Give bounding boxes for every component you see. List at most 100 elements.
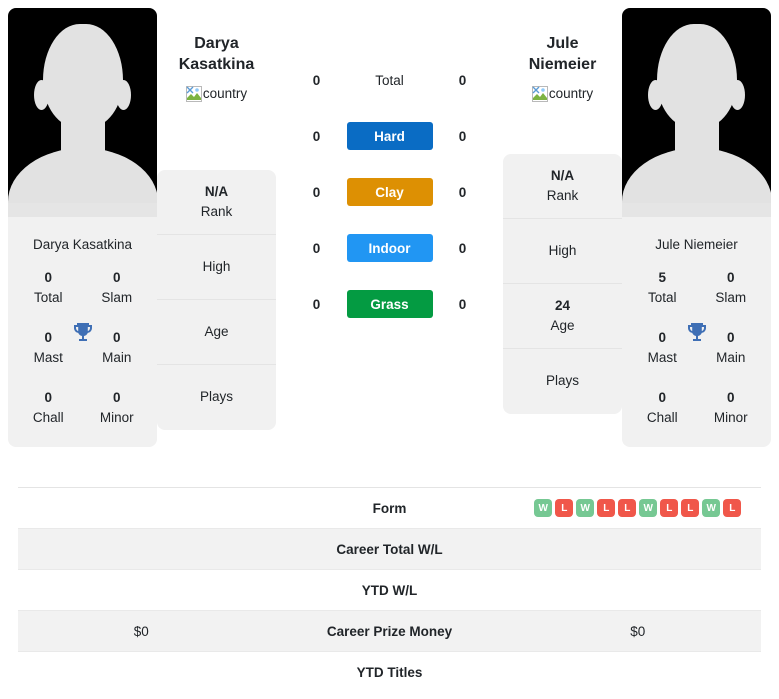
surface-indoor-left-value: 0 bbox=[312, 240, 321, 256]
form-badge-loss: L bbox=[660, 499, 679, 517]
stat-total-left-value: 0 bbox=[44, 270, 52, 285]
stat-total-left-label: Total bbox=[33, 289, 63, 305]
stat-minor-right-value: 0 bbox=[726, 390, 735, 406]
form-badge-loss: L bbox=[555, 499, 574, 517]
rank-row-left-plays: Plays bbox=[157, 365, 276, 430]
player-info-left: Darya Kasatkina country N/A Rank High Ag… bbox=[157, 8, 276, 430]
form-badge-loss: L bbox=[681, 499, 700, 517]
stat-slam-right-label: Slam bbox=[715, 289, 747, 305]
row-label-ytd-wl: YTD W/L bbox=[361, 582, 418, 598]
stat-chall-left-label: Chall bbox=[32, 409, 64, 425]
player-card-name-right: Jule Niemeier bbox=[655, 237, 738, 252]
career-prize-money-left: $0 bbox=[133, 623, 149, 639]
avatar-silhouette-ear-right bbox=[730, 80, 745, 110]
stat-minor-left: 0 Minor bbox=[83, 388, 152, 427]
trophy-icon bbox=[73, 323, 92, 341]
row-label-career-total-wl: Career Total W/L bbox=[336, 541, 443, 557]
rank-value-right: N/A bbox=[550, 167, 575, 183]
surface-clay-right-value: 0 bbox=[458, 184, 467, 200]
player-card-right: Jule Niemeier 5 Total 0 Slam 0 Mast 0 Ma… bbox=[622, 8, 771, 448]
surface-total-left-value: 0 bbox=[312, 72, 321, 88]
table-row-ytd-wl: YTD W/L bbox=[18, 570, 761, 611]
rank-value-left: N/A bbox=[204, 183, 229, 199]
stat-mast-left-label: Mast bbox=[33, 349, 63, 365]
surface-indoor-label: Indoor bbox=[346, 234, 433, 262]
country-alt-text-right: country bbox=[548, 86, 594, 102]
surface-titles-column: 0 Total 0 0 Hard 0 0 Clay 0 0 Indoor 0 0 bbox=[276, 8, 503, 318]
rank-row-right-rank: N/A Rank bbox=[503, 154, 622, 219]
stat-chall-right: 0 Chall bbox=[628, 388, 697, 427]
surface-indoor-right-value: 0 bbox=[458, 240, 467, 256]
surface-total-label: Total bbox=[375, 72, 404, 88]
surface-hard-right-value: 0 bbox=[458, 128, 467, 144]
stat-chall-right-label: Chall bbox=[646, 409, 678, 425]
broken-image-icon bbox=[185, 85, 202, 102]
age-label-left: Age bbox=[204, 323, 229, 339]
player-name-left-line2: Kasatkina bbox=[178, 56, 255, 74]
high-label-right: High bbox=[548, 242, 577, 258]
surface-grass-label: Grass bbox=[346, 290, 433, 318]
form-badge-loss: L bbox=[618, 499, 637, 517]
form-badge-win: W bbox=[576, 499, 595, 517]
form-badge-win: W bbox=[534, 499, 553, 517]
compare-header: Darya Kasatkina 0 Total 0 Slam 0 Mast 0 … bbox=[0, 0, 779, 478]
stat-total-left: 0 Total bbox=[14, 268, 83, 307]
rank-row-left-high: High bbox=[157, 235, 276, 300]
player-photo-right bbox=[622, 8, 771, 217]
surface-clay-label: Clay bbox=[346, 178, 433, 206]
table-row-career-total-wl: Career Total W/L bbox=[18, 529, 761, 570]
player-name-right-line2: Niemeier bbox=[528, 56, 597, 74]
table-row-career-prize-money: $0 Career Prize Money $0 bbox=[18, 611, 761, 652]
stat-total-right-label: Total bbox=[647, 289, 677, 305]
form-right-cell: WLWLLWLLWL bbox=[515, 499, 762, 517]
player-name-left: Darya Kasatkina bbox=[179, 33, 255, 76]
player-card-name-left: Darya Kasatkina bbox=[32, 237, 133, 252]
stat-slam-left-label: Slam bbox=[101, 289, 133, 305]
stat-chall-left: 0 Chall bbox=[14, 388, 83, 427]
age-label-right: Age bbox=[550, 317, 575, 333]
country-flag-right: country bbox=[531, 85, 594, 102]
stat-mast-right-label: Mast bbox=[647, 349, 677, 365]
form-badge-loss: L bbox=[597, 499, 616, 517]
form-badge-loss: L bbox=[723, 499, 742, 517]
rank-label-right: Rank bbox=[546, 187, 579, 203]
stat-minor-right: 0 Minor bbox=[697, 388, 766, 427]
player-photo-left bbox=[8, 8, 157, 217]
trophy-icon bbox=[687, 323, 706, 341]
surface-hard-label: Hard bbox=[346, 122, 433, 150]
form-badges-right: WLWLLWLLWL bbox=[534, 499, 742, 517]
player-info-right: Jule Niemeier country N/A Rank High 24 A… bbox=[503, 8, 622, 414]
stat-minor-left-value: 0 bbox=[112, 390, 121, 406]
comparison-stats-table: Form WLWLLWLLWL Career Total W/L YTD W/L… bbox=[18, 487, 761, 693]
surface-row-total: 0 Total 0 bbox=[276, 66, 503, 94]
player-name-right: Jule Niemeier bbox=[529, 33, 597, 76]
avatar-silhouette-head bbox=[656, 24, 737, 128]
rank-row-left-age: Age bbox=[157, 300, 276, 365]
player-name-left-line1: Darya bbox=[194, 35, 239, 52]
avatar-silhouette-ear-right bbox=[116, 80, 131, 110]
player-name-right-line1: Jule bbox=[546, 35, 579, 52]
row-label-career-prize-money: Career Prize Money bbox=[326, 623, 453, 639]
table-row-form: Form WLWLLWLLWL bbox=[18, 488, 761, 529]
surface-row-indoor: 0 Indoor 0 bbox=[276, 234, 503, 262]
country-alt-text-left: country bbox=[202, 86, 248, 102]
stat-minor-left-label: Minor bbox=[99, 409, 134, 425]
form-badge-win: W bbox=[639, 499, 658, 517]
surface-row-grass: 0 Grass 0 bbox=[276, 290, 503, 318]
plays-label-left: Plays bbox=[199, 389, 233, 405]
rank-row-right-high: High bbox=[503, 219, 622, 284]
surface-grass-left-value: 0 bbox=[312, 296, 321, 312]
stat-slam-right-value: 0 bbox=[726, 270, 735, 285]
stat-slam-left: 0 Slam bbox=[83, 268, 152, 307]
stat-main-right-label: Main bbox=[716, 349, 746, 365]
stat-minor-right-label: Minor bbox=[713, 409, 748, 425]
stat-slam-right: 0 Slam bbox=[697, 268, 766, 307]
rank-card-right: N/A Rank High 24 Age Plays bbox=[503, 153, 622, 414]
player-comparison-page: Darya Kasatkina 0 Total 0 Slam 0 Mast 0 … bbox=[0, 0, 779, 699]
rank-row-right-plays: Plays bbox=[503, 349, 622, 414]
form-badge-win: W bbox=[702, 499, 721, 517]
photo-fade-right bbox=[622, 203, 771, 217]
high-label-left: High bbox=[202, 258, 231, 274]
row-label-form: Form bbox=[372, 500, 407, 516]
broken-image-icon bbox=[531, 85, 548, 102]
